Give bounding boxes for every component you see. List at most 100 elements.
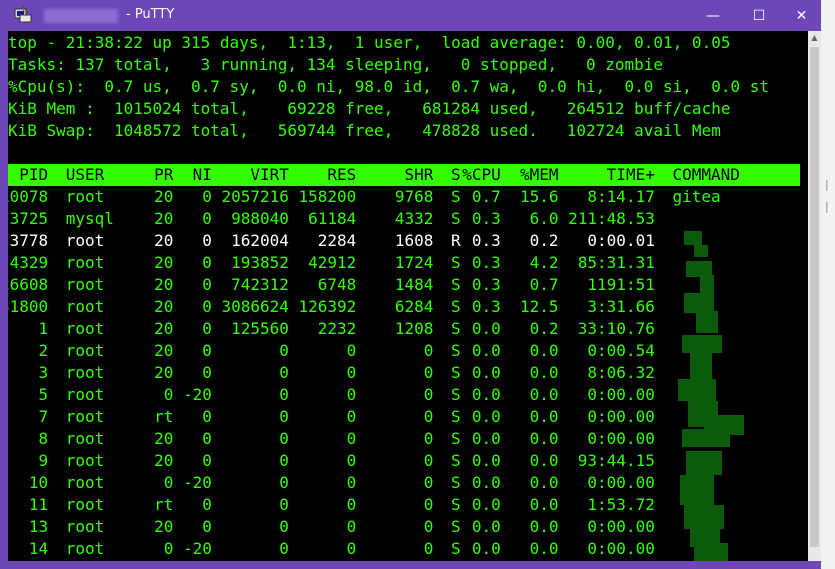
- cell-ni: 0: [202, 517, 212, 536]
- cell-time: 0:00.54: [587, 341, 655, 360]
- blurred-hostname: [44, 9, 118, 23]
- cell-virt: 0: [279, 517, 289, 536]
- cell-res: 0: [346, 495, 357, 514]
- cell-ni: 0: [202, 341, 212, 360]
- cell-mem: 0.0: [529, 539, 559, 558]
- cell-state: S: [450, 473, 461, 492]
- cell-shr: 1724: [394, 253, 434, 272]
- cell-res: 0: [346, 341, 357, 360]
- cell-shr: 0: [423, 407, 434, 426]
- cell-mem: 0.0: [529, 429, 559, 448]
- cell-pr: rt: [154, 495, 174, 514]
- cell-cpu: 0.7: [471, 187, 501, 206]
- swap-line: KiB Swap: 1048572 total, 569744 free, 47…: [8, 121, 721, 140]
- minimize-button[interactable]: —: [690, 0, 736, 31]
- cell-res: 61184: [308, 209, 357, 228]
- redaction-pixel-block: [696, 311, 718, 333]
- cell-res: 0: [346, 407, 357, 426]
- cell-user: root: [65, 429, 105, 448]
- cell-shr: 0: [423, 539, 434, 558]
- terminal-scrollbar[interactable]: ▲: [808, 31, 821, 561]
- cell-mem: 0.2: [529, 319, 559, 338]
- cell-mem: 6.0: [529, 209, 559, 228]
- cell-ni: 0: [202, 429, 212, 448]
- redaction-pixel-block: [678, 379, 716, 401]
- cell-mem: 12.5: [520, 297, 559, 316]
- cell-time: 93:44.15: [577, 451, 655, 470]
- cell-cpu: 0.0: [471, 451, 501, 470]
- cell-mem: 0.0: [529, 517, 559, 536]
- cell-pid: 14: [28, 539, 49, 558]
- cell-pid: 2: [38, 341, 49, 360]
- cell-cpu: 0.0: [471, 539, 501, 558]
- cell-pid: 8: [38, 429, 49, 448]
- scroll-up-arrow-icon[interactable]: ▲: [808, 31, 821, 44]
- redaction-pixel-block: [694, 543, 728, 561]
- cell-user: root: [65, 319, 105, 338]
- redaction-pixel-block: [680, 475, 714, 505]
- cell-virt: 0: [279, 429, 289, 448]
- cell-user: root: [65, 187, 105, 206]
- background-window-edge: | |: [821, 0, 835, 569]
- cell-pid: 9: [38, 451, 49, 470]
- cell-time: 8:06.32: [587, 363, 655, 382]
- close-button[interactable]: ✕: [782, 0, 821, 31]
- cell-ni: 0: [202, 495, 212, 514]
- cell-ni: 0: [202, 209, 212, 228]
- cell-shr: 1208: [394, 319, 434, 338]
- cell-virt: 3086624: [221, 297, 289, 316]
- cell-state-header: S: [450, 165, 461, 184]
- cell-user: root: [65, 341, 105, 360]
- cell-ni: 0: [202, 275, 212, 294]
- cell-pid: 31800: [8, 297, 49, 316]
- cell-mem: 0.2: [529, 231, 559, 250]
- cell-shr: 0: [423, 517, 434, 536]
- cell-time: 0:00.00: [587, 385, 655, 404]
- cell-shr: 0: [423, 341, 434, 360]
- window-title: - PuTTY: [126, 7, 175, 22]
- cell-state: S: [450, 451, 461, 470]
- cell-pid: 3778: [9, 231, 49, 250]
- cell-ni: 0: [202, 231, 212, 250]
- cell-virt: 0: [279, 341, 289, 360]
- cell-cpu: 0.3: [471, 275, 501, 294]
- cell-cpu: 0.0: [471, 473, 501, 492]
- cell-cpu: 0.0: [471, 319, 501, 338]
- putty-window: - PuTTY — ☐ ✕ top - 21:38:22 up 315 days…: [0, 0, 821, 569]
- cell-state: S: [450, 429, 461, 448]
- cell-mem: 0.0: [529, 451, 559, 470]
- cell-pr: 20: [154, 451, 174, 470]
- terminal-area[interactable]: top - 21:38:22 up 315 days, 1:13, 1 user…: [8, 31, 808, 561]
- cell-time: 0:00.00: [587, 429, 655, 448]
- redaction-pixel-block: [694, 245, 708, 257]
- cell-pr: 20: [154, 187, 174, 206]
- scroll-thumb[interactable]: [810, 47, 819, 547]
- cell-shr: 0: [423, 451, 434, 470]
- redaction-pixel-block: [700, 275, 714, 293]
- cell-res: 2284: [317, 231, 357, 250]
- cell-state: S: [450, 187, 461, 206]
- cell-mem: 0.0: [529, 473, 559, 492]
- cell-time: 0:00.01: [587, 231, 655, 250]
- maximize-button[interactable]: ☐: [736, 0, 782, 31]
- cell-virt: 193852: [231, 253, 289, 272]
- cell-time-header: TIME+: [606, 165, 655, 184]
- cell-user: root: [65, 451, 105, 470]
- putty-app-icon[interactable]: [14, 7, 32, 23]
- cell-res: 0: [346, 451, 357, 470]
- background-glyph-icon: |: [825, 200, 829, 213]
- title-bar[interactable]: - PuTTY — ☐ ✕: [0, 0, 821, 31]
- cell-pid: 7: [38, 407, 49, 426]
- cell-pid: 3: [38, 363, 49, 382]
- cell-cpu: 0.3: [471, 297, 501, 316]
- cell-time: 85:31.31: [577, 253, 655, 272]
- cell-time: 1:53.72: [587, 495, 655, 514]
- cell-state: S: [450, 275, 461, 294]
- cell-ni: 0: [202, 407, 212, 426]
- cell-virt: 162004: [231, 231, 289, 250]
- cell-shr: 0: [423, 429, 434, 448]
- cell-res: 0: [346, 517, 357, 536]
- table-row: 3725 mysql 20 0 988040 61184 4332 S 0.3 6.0 211:48…: [8, 208, 800, 230]
- redaction-pixel-block: [690, 353, 712, 379]
- cell-res: 126392: [298, 297, 357, 316]
